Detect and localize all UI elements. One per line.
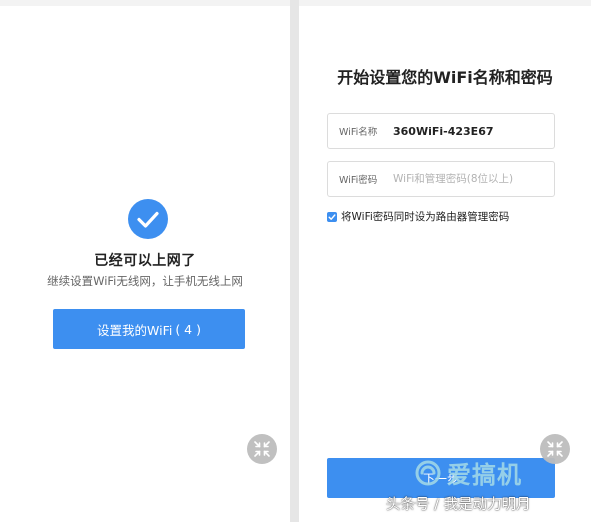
watermark-caption: 头条号 / 我是动力明月 [386,497,531,513]
status-bar-strip [299,0,591,6]
status-bar-strip [0,0,290,6]
ssid-field-label: WiFi名称 [339,127,378,138]
collapse-arrows-icon[interactable] [540,434,570,464]
sync-password-option[interactable]: 将WiFi密码同时设为路由器管理密码 [327,209,509,224]
sync-password-label: 将WiFi密码同时设为路由器管理密码 [341,211,510,223]
right-phone-screen: 开始设置您的WiFi名称和密码 WiFi名称 WiFi密码 将WiFi密码同时设… [299,0,591,522]
success-subtitle: 继续设置WiFi无线网，让手机无线上网 [47,274,243,288]
ssid-input[interactable] [393,124,553,138]
check-circle-icon [128,199,168,239]
left-phone-screen: 已经可以上网了 继续设置WiFi无线网，让手机无线上网 设置我的WiFi ( 4… [0,0,290,522]
ssid-field[interactable]: WiFi名称 [327,113,555,149]
success-title: 已经可以上网了 [94,253,196,269]
countdown-label: ( 4 ) [175,321,201,337]
sync-password-checkbox[interactable] [327,211,337,222]
collapse-arrows-icon[interactable] [247,434,277,464]
password-input[interactable] [393,173,553,185]
watermark-logo-icon [415,460,441,485]
watermark-logo-text: 爱搞机 [447,461,522,489]
password-field-label: WiFi密码 [339,175,378,186]
password-field[interactable]: WiFi密码 [327,161,555,197]
page-title: 开始设置您的WiFi名称和密码 [337,68,553,87]
watermark-logo: 爱搞机 [413,455,522,490]
setup-wifi-button-label: 设置我的WiFi [97,322,173,338]
setup-wifi-button[interactable]: 设置我的WiFi ( 4 ) [53,309,245,349]
